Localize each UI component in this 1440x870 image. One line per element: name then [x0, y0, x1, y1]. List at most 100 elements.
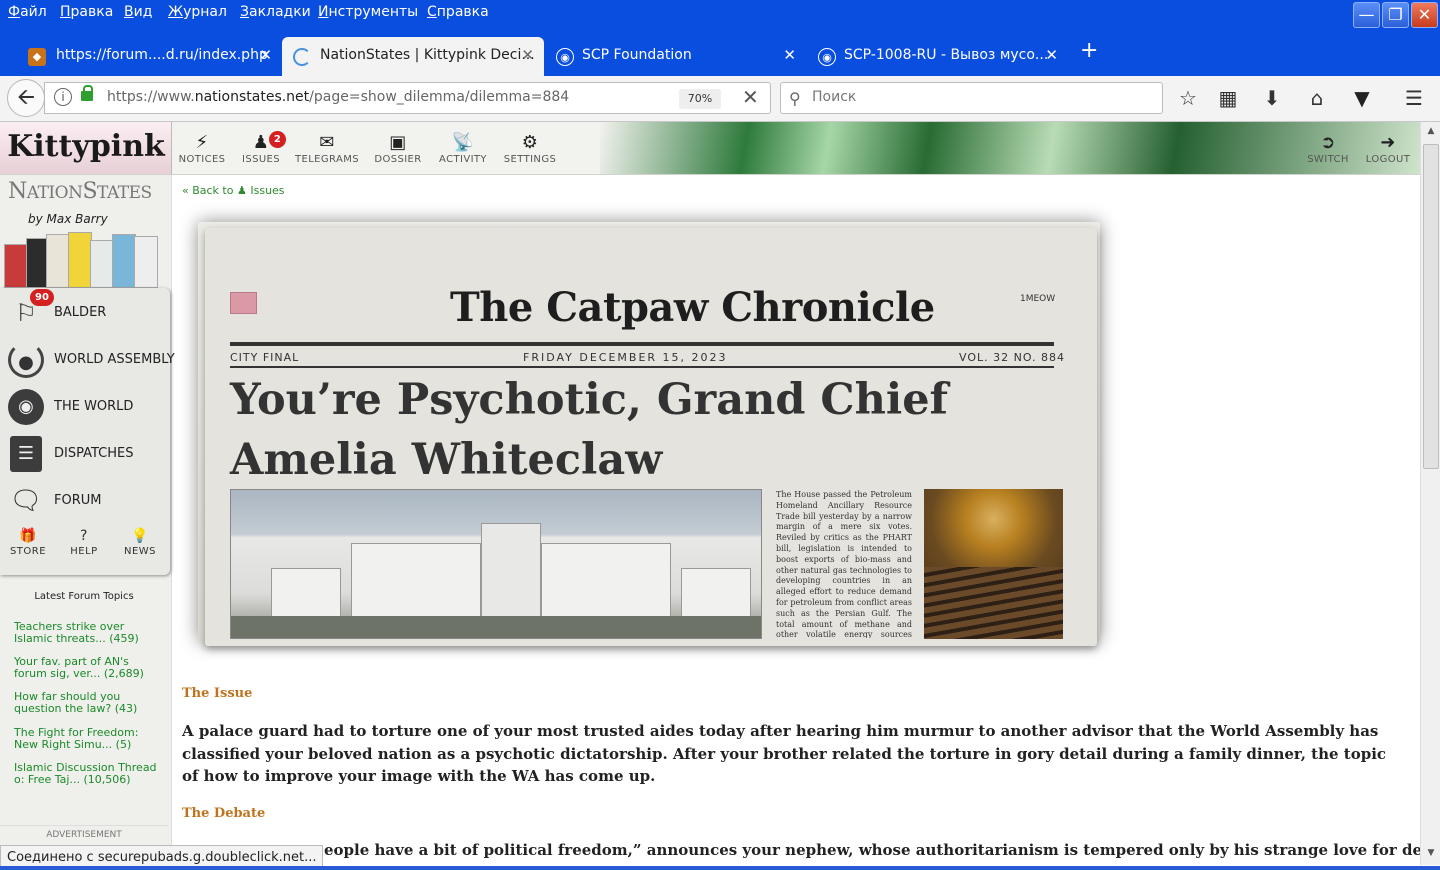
- nav-notices[interactable]: ⚡ NOTICES: [172, 132, 232, 165]
- assembly-hall-photo: [924, 489, 1063, 639]
- newspaper-price: 1MEOW: [1020, 294, 1056, 304]
- newspaper-edition: CITY FINAL: [230, 351, 300, 364]
- nav-logout[interactable]: ➜ LOGOUT: [1358, 132, 1418, 165]
- newspaper-date: FRIDAY DECEMBER 15, 2023: [523, 351, 728, 364]
- nationstates-logo[interactable]: NATIONSTATES: [8, 179, 152, 204]
- lightning-icon: ⚡: [195, 132, 209, 153]
- advertisement-label: ADVERTISEMENT: [0, 825, 168, 840]
- issues-badge: 2: [269, 131, 286, 148]
- nav-dossier[interactable]: ▣ DOSSIER: [368, 132, 428, 165]
- forum-topic-link[interactable]: Your fav. part of AN's forum sig, ver...…: [14, 656, 164, 680]
- tab-title: SCP Foundation: [582, 47, 692, 63]
- top-banner: Kittypink ⚡ NOTICES ♟ ISSUES 2 ✉ TELEGRAMS …: [0, 122, 1420, 175]
- minimize-button[interactable]: —: [1353, 2, 1380, 28]
- site-info-icon[interactable]: i: [54, 88, 72, 106]
- newspaper-volume: VOL. 32 NO. 884: [959, 351, 1066, 364]
- debate-heading: The Debate: [182, 806, 266, 821]
- masthead-rule: [230, 342, 1054, 346]
- sidebar-help[interactable]: ? HELP: [62, 528, 106, 557]
- close-window-button[interactable]: ✕: [1411, 2, 1438, 28]
- navigation-toolbar: i https://www.nationstates.net/page=show…: [0, 76, 1440, 122]
- back-button[interactable]: 🡨: [7, 79, 45, 117]
- tab-forum[interactable]: ◆ https://forum....d.ru/index.php ✕: [0, 37, 282, 76]
- logout-icon: ➜: [1380, 132, 1396, 153]
- back-to-issues-link[interactable]: « Back to ♟ Issues: [182, 184, 285, 197]
- forum-favicon-icon: ◆: [28, 48, 46, 66]
- maximize-button[interactable]: ❐: [1382, 2, 1409, 28]
- nav-telegrams[interactable]: ✉ TELEGRAMS: [292, 132, 362, 165]
- nav-settings[interactable]: ⚙ SETTINGS: [500, 132, 560, 165]
- menu-history[interactable]: Журнал: [168, 4, 227, 20]
- downloads-icon[interactable]: ⬇: [1259, 86, 1285, 110]
- sidebar-item-dispatches[interactable]: ☰ DISPATCHES: [8, 434, 168, 474]
- issue-text: A palace guard had to torture one of you…: [182, 722, 1387, 785]
- issue-heading: The Issue: [182, 686, 253, 701]
- hamburger-menu-icon[interactable]: ☰: [1401, 86, 1427, 110]
- newspaper-masthead: The Catpaw Chronicle: [450, 284, 935, 331]
- switch-icon: ➲: [1320, 132, 1336, 153]
- tab-nationstates[interactable]: NationStates | Kittypink Deci... ✕: [282, 37, 544, 76]
- tab-title: SCP-1008-RU - Вывоз мусо...: [844, 47, 1049, 63]
- sidebar-item-balder[interactable]: ⚐ 90 BALDER: [8, 289, 168, 333]
- balder-badge: 90: [30, 289, 54, 306]
- person-icon: ♟: [236, 184, 247, 197]
- menu-bookmarks[interactable]: Закладки: [240, 4, 311, 20]
- dispatch-icon: ☰: [10, 436, 42, 472]
- sidebar-news[interactable]: 💡 NEWS: [118, 528, 162, 557]
- tab-title: NationStates | Kittypink Deci...: [320, 47, 535, 63]
- home-icon[interactable]: ⌂: [1304, 86, 1330, 110]
- main-navigation: ⚐ 90 BALDER ● WORLD ASSEMBLY ◉ THE WORLD…: [0, 288, 175, 575]
- menu-edit[interactable]: Правка: [60, 4, 113, 20]
- nation-flag-box[interactable]: Kittypink: [0, 122, 172, 174]
- sidebar-item-forum[interactable]: 🗨 FORUM: [8, 481, 168, 521]
- close-tab-icon[interactable]: ✕: [1045, 37, 1058, 73]
- vertical-scrollbar[interactable]: ▲ ▼: [1420, 122, 1440, 865]
- close-tab-icon[interactable]: ✕: [783, 37, 796, 73]
- banner-decoration: [600, 122, 1420, 174]
- close-tab-icon[interactable]: ✕: [521, 37, 534, 73]
- scrollbar-thumb[interactable]: [1423, 144, 1439, 469]
- scroll-down-icon[interactable]: ▼: [1421, 848, 1440, 858]
- search-icon: ⚲: [789, 89, 801, 108]
- books-promo-image[interactable]: [4, 232, 164, 288]
- menu-tools[interactable]: Инструменты: [318, 4, 418, 20]
- tab-scp-foundation[interactable]: ◉ SCP Foundation ✕: [544, 37, 806, 76]
- menu-help[interactable]: Справка: [427, 4, 489, 20]
- government-building-photo: [230, 489, 762, 639]
- loading-spinner-icon: [293, 48, 311, 66]
- forum-topic-link[interactable]: Teachers strike over Islamic threats... …: [14, 621, 164, 645]
- search-input[interactable]: ⚲ Поиск: [780, 82, 1163, 114]
- scroll-up-icon[interactable]: ▲: [1421, 126, 1440, 136]
- reading-list-icon[interactable]: ▦: [1215, 86, 1241, 110]
- forum-topic-link[interactable]: The Fight for Freedom: New Right Simu...…: [14, 727, 164, 751]
- nation-name[interactable]: Kittypink: [0, 129, 172, 164]
- question-icon: ?: [80, 528, 88, 544]
- lock-icon: [81, 85, 93, 101]
- url-bar[interactable]: i https://www.nationstates.net/page=show…: [44, 82, 771, 114]
- menu-view[interactable]: Вид: [124, 4, 152, 20]
- forum-topic-link[interactable]: How far should you question the law? (43…: [14, 691, 164, 715]
- pocket-icon[interactable]: ▼: [1349, 86, 1375, 110]
- tab-scp-1008-ru[interactable]: ◉ SCP-1008-RU - Вывоз мусо... ✕: [806, 37, 1068, 76]
- scp-favicon-icon: ◉: [818, 48, 836, 66]
- page-content: Kittypink ⚡ NOTICES ♟ ISSUES 2 ✉ TELEGRAMS …: [0, 122, 1420, 870]
- sidebar-item-world-assembly[interactable]: ● WORLD ASSEMBLY: [8, 340, 175, 380]
- zoom-indicator[interactable]: 70%: [679, 89, 721, 109]
- gift-icon: 🎁: [19, 528, 37, 544]
- forum-topic-link[interactable]: Islamic Discussion Thread o: Free Taj...…: [14, 762, 164, 786]
- menu-file[interactable]: Файл: [8, 4, 47, 20]
- bookmark-star-icon[interactable]: ☆: [1175, 86, 1201, 110]
- url-text[interactable]: https://www.nationstates.net/page=show_d…: [107, 89, 569, 105]
- new-tab-icon[interactable]: +: [1080, 38, 1098, 63]
- issue-headline: You’re Psychotic, Grand Chief Amelia Whi…: [230, 375, 949, 485]
- menu-bar: Файл Правка Вид Журнал Закладки Инструме…: [0, 0, 1440, 32]
- sidebar-store[interactable]: 🎁 STORE: [6, 528, 50, 557]
- left-sidebar: NATIONSTATES by Max Barry ⚐ 90 BALDER ● …: [0, 175, 175, 870]
- nav-issues[interactable]: ♟ ISSUES 2: [231, 131, 291, 165]
- nav-activity[interactable]: 📡 ACTIVITY: [433, 132, 493, 165]
- sidebar-item-the-world[interactable]: ◉ THE WORLD: [8, 387, 168, 427]
- stop-loading-icon[interactable]: ✕: [742, 85, 759, 109]
- dateline-rule: [230, 366, 1054, 368]
- close-tab-icon[interactable]: ✕: [259, 37, 272, 73]
- nav-switch[interactable]: ➲ SWITCH: [1298, 132, 1358, 165]
